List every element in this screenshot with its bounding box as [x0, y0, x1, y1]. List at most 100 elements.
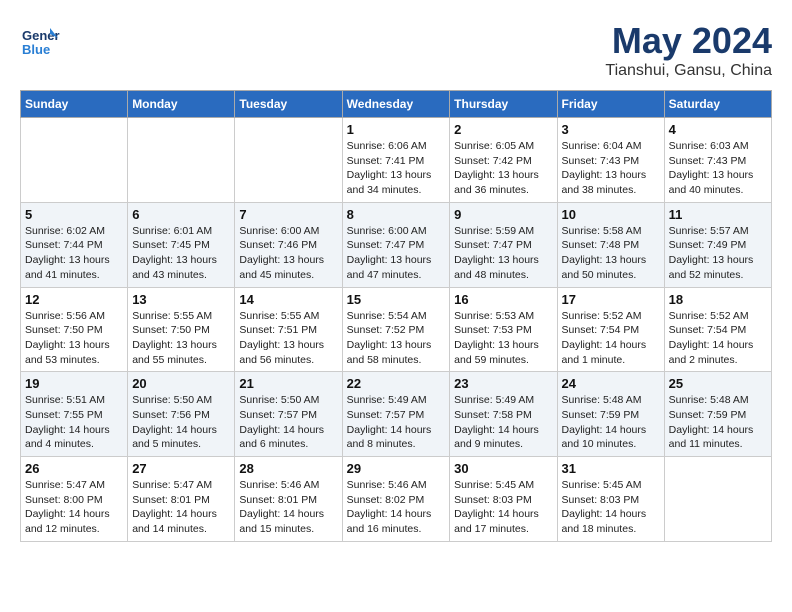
day-number: 31: [562, 461, 660, 476]
day-number: 2: [454, 122, 552, 137]
calendar-cell: 7 Sunrise: 6:00 AMSunset: 7:46 PMDaylight…: [235, 202, 342, 287]
day-info: Sunrise: 5:45 AMSunset: 8:03 PMDaylight:…: [454, 478, 552, 537]
day-number: 3: [562, 122, 660, 137]
day-info: Sunrise: 5:58 AMSunset: 7:48 PMDaylight:…: [562, 224, 660, 283]
calendar-cell: 9Sunrise: 5:59 AMSunset: 7:47 PMDaylight…: [450, 202, 557, 287]
calendar-cell: 5 Sunrise: 6:02 AMSunset: 7:44 PMDaylight…: [21, 202, 128, 287]
day-info: Sunrise: 6:01 AMSunset: 7:45 PMDaylight:…: [132, 224, 230, 283]
day-info: Sunrise: 5:49 AMSunset: 7:58 PMDaylight:…: [454, 393, 552, 452]
day-number: 17: [562, 292, 660, 307]
calendar-week-row: 26 Sunrise: 5:47 AMSunset: 8:00 PMDayligh…: [21, 457, 772, 542]
weekday-header: Wednesday: [342, 91, 450, 118]
day-info: Sunrise: 6:03 AMSunset: 7:43 PMDaylight:…: [669, 139, 767, 198]
day-info: Sunrise: 5:46 AMSunset: 8:01 PMDaylight:…: [239, 478, 337, 537]
day-info: Sunrise: 5:45 AMSunset: 8:03 PMDaylight:…: [562, 478, 660, 537]
day-info: Sunrise: 5:53 AMSunset: 7:53 PMDaylight:…: [454, 309, 552, 368]
calendar-cell: 24 Sunrise: 5:48 AMSunset: 7:59 PMDayligh…: [557, 372, 664, 457]
day-number: 21: [239, 376, 337, 391]
day-number: 29: [347, 461, 446, 476]
calendar-cell: 22 Sunrise: 5:49 AMSunset: 7:57 PMDayligh…: [342, 372, 450, 457]
day-number: 16: [454, 292, 552, 307]
day-info: Sunrise: 5:57 AMSunset: 7:49 PMDaylight:…: [669, 224, 767, 283]
calendar-cell: 29 Sunrise: 5:46 AMSunset: 8:02 PMDayligh…: [342, 457, 450, 542]
day-number: 18: [669, 292, 767, 307]
calendar-week-row: 1 Sunrise: 6:06 AMSunset: 7:41 PMDaylight…: [21, 118, 772, 203]
calendar-cell: 31 Sunrise: 5:45 AMSunset: 8:03 PMDayligh…: [557, 457, 664, 542]
day-number: 14: [239, 292, 337, 307]
day-number: 20: [132, 376, 230, 391]
calendar-cell: 27 Sunrise: 5:47 AMSunset: 8:01 PMDayligh…: [128, 457, 235, 542]
calendar-cell: 18 Sunrise: 5:52 AMSunset: 7:54 PMDayligh…: [664, 287, 771, 372]
calendar-cell: [128, 118, 235, 203]
day-info: Sunrise: 5:55 AMSunset: 7:51 PMDaylight:…: [239, 309, 337, 368]
day-number: 26: [25, 461, 123, 476]
day-info: Sunrise: 6:02 AMSunset: 7:44 PMDaylight:…: [25, 224, 123, 283]
weekday-header-row: SundayMondayTuesdayWednesdayThursdayFrid…: [21, 91, 772, 118]
calendar-cell: 10 Sunrise: 5:58 AMSunset: 7:48 PMDayligh…: [557, 202, 664, 287]
day-info: Sunrise: 6:06 AMSunset: 7:41 PMDaylight:…: [347, 139, 446, 198]
calendar-week-row: 5 Sunrise: 6:02 AMSunset: 7:44 PMDaylight…: [21, 202, 772, 287]
day-info: Sunrise: 5:51 AMSunset: 7:55 PMDaylight:…: [25, 393, 123, 452]
day-number: 24: [562, 376, 660, 391]
calendar-week-row: 19 Sunrise: 5:51 AMSunset: 7:55 PMDayligh…: [21, 372, 772, 457]
day-info: Sunrise: 5:55 AMSunset: 7:50 PMDaylight:…: [132, 309, 230, 368]
day-number: 19: [25, 376, 123, 391]
calendar-cell: [21, 118, 128, 203]
day-info: Sunrise: 5:46 AMSunset: 8:02 PMDaylight:…: [347, 478, 446, 537]
calendar-cell: 28 Sunrise: 5:46 AMSunset: 8:01 PMDayligh…: [235, 457, 342, 542]
day-number: 1: [347, 122, 446, 137]
day-info: Sunrise: 5:52 AMSunset: 7:54 PMDaylight:…: [562, 309, 660, 368]
calendar-cell: 2Sunrise: 6:05 AMSunset: 7:42 PMDaylight…: [450, 118, 557, 203]
day-number: 15: [347, 292, 446, 307]
calendar-cell: 26 Sunrise: 5:47 AMSunset: 8:00 PMDayligh…: [21, 457, 128, 542]
calendar-cell: 16 Sunrise: 5:53 AMSunset: 7:53 PMDayligh…: [450, 287, 557, 372]
day-number: 7: [239, 207, 337, 222]
day-number: 25: [669, 376, 767, 391]
weekday-header: Thursday: [450, 91, 557, 118]
calendar-cell: 30 Sunrise: 5:45 AMSunset: 8:03 PMDayligh…: [450, 457, 557, 542]
day-number: 13: [132, 292, 230, 307]
day-info: Sunrise: 6:00 AMSunset: 7:46 PMDaylight:…: [239, 224, 337, 283]
calendar-cell: 8 Sunrise: 6:00 AMSunset: 7:47 PMDaylight…: [342, 202, 450, 287]
day-info: Sunrise: 6:00 AMSunset: 7:47 PMDaylight:…: [347, 224, 446, 283]
day-info: Sunrise: 5:48 AMSunset: 7:59 PMDaylight:…: [669, 393, 767, 452]
title-block: May 2024 Tianshui, Gansu, China: [605, 20, 772, 80]
svg-text:Blue: Blue: [22, 42, 50, 57]
day-number: 5: [25, 207, 123, 222]
day-number: 10: [562, 207, 660, 222]
weekday-header: Saturday: [664, 91, 771, 118]
day-number: 27: [132, 461, 230, 476]
day-number: 11: [669, 207, 767, 222]
day-number: 28: [239, 461, 337, 476]
day-info: Sunrise: 5:47 AMSunset: 8:00 PMDaylight:…: [25, 478, 123, 537]
day-info: Sunrise: 5:52 AMSunset: 7:54 PMDaylight:…: [669, 309, 767, 368]
day-info: Sunrise: 5:49 AMSunset: 7:57 PMDaylight:…: [347, 393, 446, 452]
calendar-cell: 23 Sunrise: 5:49 AMSunset: 7:58 PMDayligh…: [450, 372, 557, 457]
weekday-header: Friday: [557, 91, 664, 118]
day-number: 23: [454, 376, 552, 391]
day-info: Sunrise: 5:54 AMSunset: 7:52 PMDaylight:…: [347, 309, 446, 368]
logo-icon: General Blue: [20, 20, 60, 60]
weekday-header: Tuesday: [235, 91, 342, 118]
calendar-cell: 17 Sunrise: 5:52 AMSunset: 7:54 PMDayligh…: [557, 287, 664, 372]
day-number: 30: [454, 461, 552, 476]
calendar-cell: 3Sunrise: 6:04 AMSunset: 7:43 PMDaylight…: [557, 118, 664, 203]
calendar-cell: 13 Sunrise: 5:55 AMSunset: 7:50 PMDayligh…: [128, 287, 235, 372]
day-info: Sunrise: 5:48 AMSunset: 7:59 PMDaylight:…: [562, 393, 660, 452]
month-title: May 2024: [605, 20, 772, 62]
calendar-table: SundayMondayTuesdayWednesdayThursdayFrid…: [20, 90, 772, 542]
day-info: Sunrise: 5:47 AMSunset: 8:01 PMDaylight:…: [132, 478, 230, 537]
day-info: Sunrise: 5:50 AMSunset: 7:56 PMDaylight:…: [132, 393, 230, 452]
calendar-cell: 11 Sunrise: 5:57 AMSunset: 7:49 PMDayligh…: [664, 202, 771, 287]
calendar-cell: 21Sunrise: 5:50 AMSunset: 7:57 PMDayligh…: [235, 372, 342, 457]
weekday-header: Monday: [128, 91, 235, 118]
calendar-cell: [664, 457, 771, 542]
day-number: 22: [347, 376, 446, 391]
day-info: Sunrise: 5:59 AMSunset: 7:47 PMDaylight:…: [454, 224, 552, 283]
calendar-cell: 4Sunrise: 6:03 AMSunset: 7:43 PMDaylight…: [664, 118, 771, 203]
day-number: 8: [347, 207, 446, 222]
logo: General Blue: [20, 20, 64, 60]
location-title: Tianshui, Gansu, China: [605, 62, 772, 80]
calendar-cell: 12Sunrise: 5:56 AMSunset: 7:50 PMDayligh…: [21, 287, 128, 372]
calendar-cell: 25 Sunrise: 5:48 AMSunset: 7:59 PMDayligh…: [664, 372, 771, 457]
